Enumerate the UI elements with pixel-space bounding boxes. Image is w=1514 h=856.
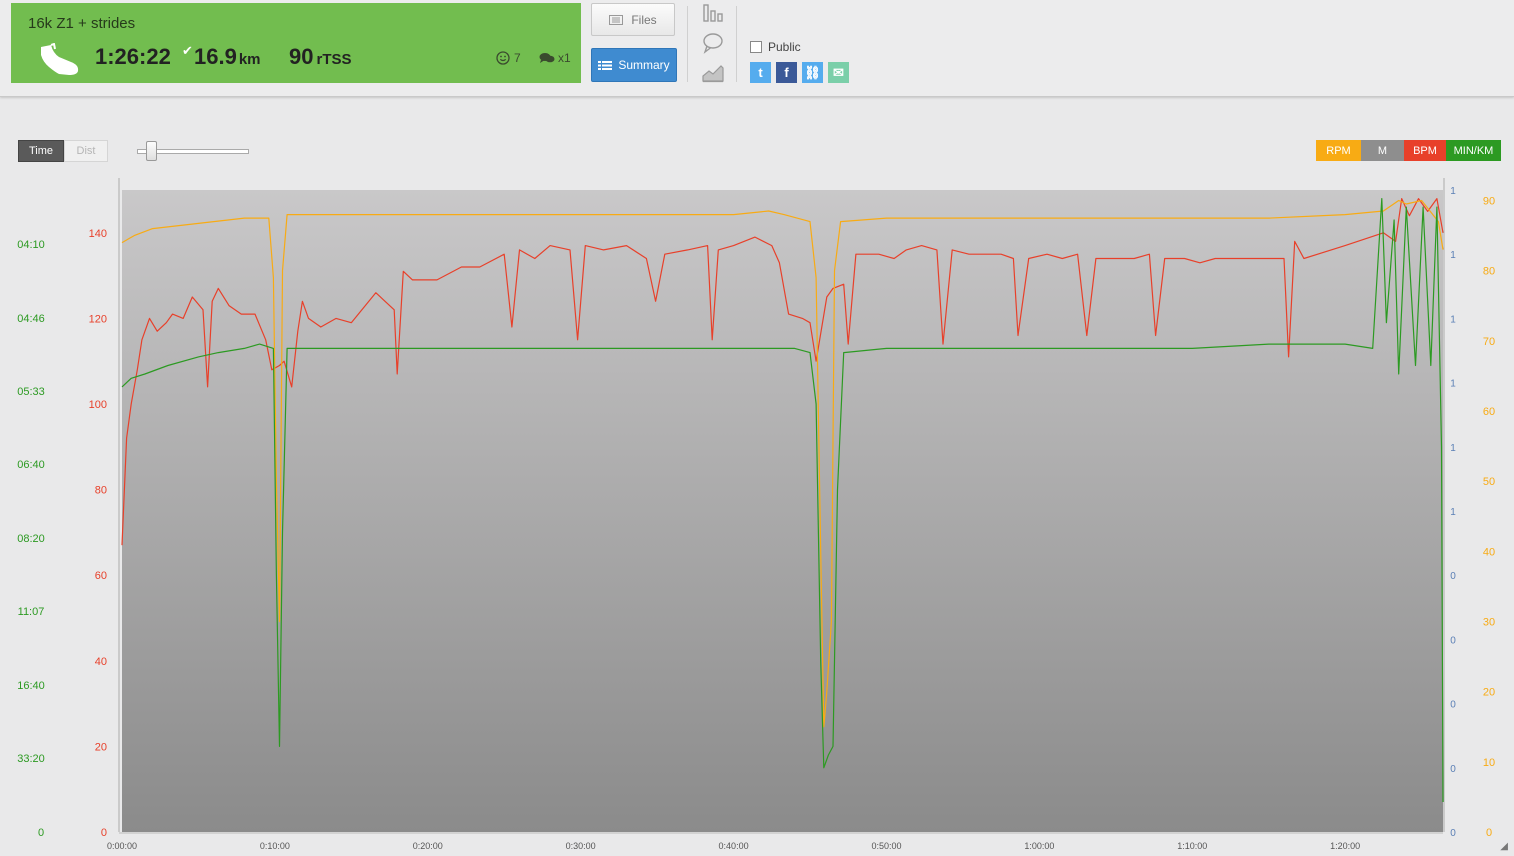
elevation-tick-label: 1 [1450,250,1456,261]
pace-tick-label: 16:40 [17,680,45,692]
heart-rate-tick-label: 20 [95,741,107,753]
x-tick-label: 0:40:00 [719,841,749,851]
elevation-tick-label: 0 [1450,764,1456,775]
tss-value: 90 [289,44,314,69]
pace-tick-label: 08:20 [17,533,45,545]
cadence-tick-label: 60 [1483,406,1495,418]
elevation-tick-label: 1 [1450,443,1456,454]
x-tick-label: 0:10:00 [260,841,290,851]
pace-tick-label: 11:07 [18,606,45,618]
x-axis-mode-toggle[interactable]: Time Dist [18,140,108,162]
analysis-chart-icon[interactable] [701,62,725,84]
feel-value: 7 [514,51,521,65]
legend-m[interactable]: M [1361,140,1404,161]
feel-rating[interactable]: 7 [496,51,521,65]
x-tick-label: 1:10:00 [1177,841,1207,851]
elevation-tick-label: 0 [1450,635,1456,646]
elevation-tick-label: 0 [1450,828,1456,839]
heart-rate-tick-label: 100 [89,399,107,411]
activity-tss: 90 rTSS [289,44,352,70]
x-tick-label: 0:50:00 [871,841,901,851]
heart-rate-tick-label: 140 [89,228,107,240]
facebook-icon[interactable]: f [776,62,797,83]
plot-background [122,190,1443,832]
pace-tick-label: 04:46 [17,313,45,325]
distance-unit: km [238,51,261,68]
cadence-tick-label: 0 [1486,827,1492,839]
smiley-icon [496,51,510,65]
public-toggle[interactable]: Public [750,40,801,54]
distance-value: 16.9 [194,44,237,69]
heart-rate-tick-label: 40 [95,656,107,668]
list-icon [598,61,613,70]
cadence-tick-label: 50 [1483,476,1495,488]
cadence-tick-label: 40 [1483,546,1495,558]
cadence-tick-label: 90 [1483,196,1495,208]
pace-tick-label: 33:20 [17,753,45,765]
pace-tick-label: 0 [38,827,44,839]
files-button[interactable]: Files [591,3,675,36]
summary-button[interactable]: Summary [591,48,677,82]
time-mode-button[interactable]: Time [18,140,64,162]
pace-tick-label: 04:10 [17,239,45,251]
elevation-tick-label: 1 [1450,314,1456,325]
activity-summary-card[interactable]: 16k Z1 + strides 1:26:22 ✔ 16.9 km 90 rTSS… [11,3,581,83]
email-icon[interactable]: ✉ [828,62,849,83]
heart-rate-tick-label: 120 [89,313,107,325]
elevation-tick-label: 1 [1450,507,1456,518]
activity-distance: 16.9 km [194,44,261,70]
series-legend: RPM M BPM MIN/KM [1316,140,1501,161]
public-checkbox[interactable] [750,41,762,53]
activity-chart[interactable]: 0:00:00 0:10:00 0:20:00 0:30:00 0:40:00 0:50:… [0,0,1514,856]
activity-title[interactable]: 16k Z1 + strides [28,15,135,32]
pace-tick-label: 05:33 [17,386,45,398]
x-tick-label: 0:00:00 [107,841,137,851]
x-tick-label: 0:20:00 [413,841,443,851]
comments-count[interactable]: x1 [539,51,571,65]
elevation-tick-label: 1 [1450,186,1456,197]
bar-chart-icon[interactable] [701,3,725,25]
files-button-label: Files [631,12,657,27]
completed-check-icon: ✔ [182,43,193,58]
comment-icon[interactable] [701,32,725,54]
legend-rpm[interactable]: RPM [1316,140,1361,161]
heart-rate-tick-label: 60 [95,570,107,582]
running-shoe-icon [41,43,79,75]
elevation-tick-label: 0 [1450,571,1456,582]
cadence-tick-label: 70 [1483,336,1495,348]
twitter-icon[interactable]: t [750,62,771,83]
file-list-icon [609,14,624,25]
x-tick-label: 1:20:00 [1330,841,1360,851]
legend-bpm[interactable]: BPM [1404,140,1446,161]
public-label: Public [768,40,801,54]
activity-header: 16k Z1 + strides 1:26:22 ✔ 16.9 km 90 rTSS… [0,0,1514,97]
cadence-tick-label: 80 [1483,266,1495,278]
elevation-tick-label: 1 [1450,379,1456,390]
cadence-tick-label: 20 [1483,687,1495,699]
header-divider [687,6,688,82]
resize-grip-icon[interactable]: ◢ [1500,841,1508,852]
cadence-tick-label: 30 [1483,617,1495,629]
x-tick-label: 0:30:00 [566,841,596,851]
elevation-tick-label: 0 [1450,700,1456,711]
summary-button-label: Summary [618,58,670,72]
legend-min-km[interactable]: MIN/KM [1446,140,1501,161]
activity-duration: 1:26:22 [95,44,171,69]
heart-rate-tick-label: 80 [95,485,107,497]
header-divider [736,6,737,82]
distance-mode-button[interactable]: Dist [64,140,108,162]
pace-tick-label: 06:40 [17,459,45,471]
link-icon[interactable]: ⛓ [802,62,823,83]
heart-rate-tick-label: 0 [101,827,107,839]
comments-value: x1 [558,51,571,65]
zoom-slider-handle[interactable] [146,141,157,161]
comment-bubbles-icon [539,53,555,63]
tss-unit: rTSS [316,51,352,68]
cadence-tick-label: 10 [1483,757,1495,769]
x-tick-label: 1:00:00 [1024,841,1054,851]
